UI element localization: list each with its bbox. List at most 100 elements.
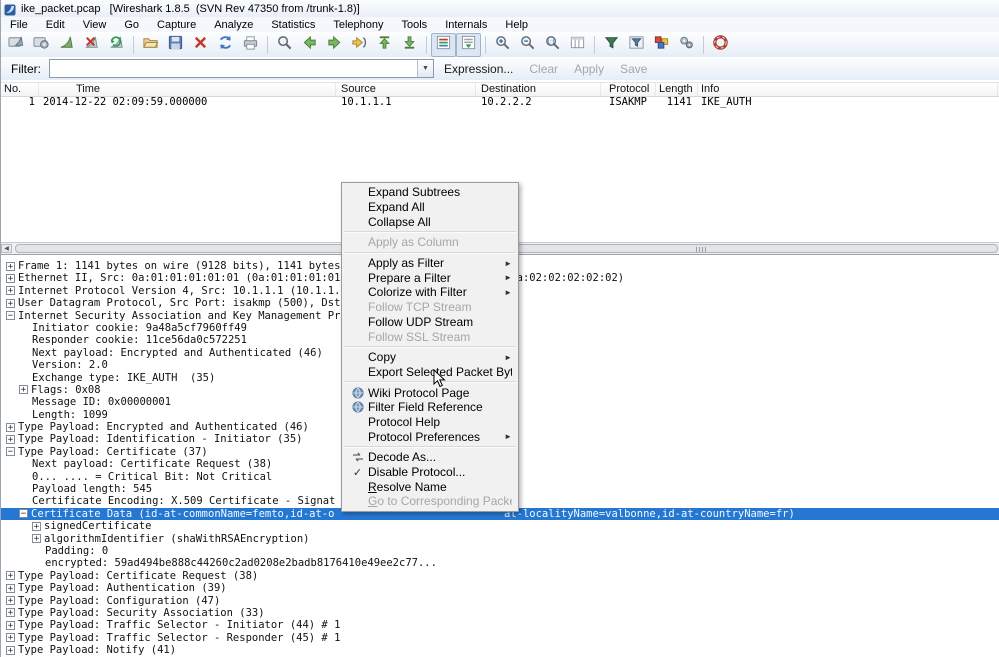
- expand-toggle-icon[interactable]: +: [6, 621, 15, 630]
- menu-internals[interactable]: Internals: [436, 19, 496, 31]
- collapse-toggle-icon[interactable]: −: [19, 509, 28, 518]
- menu-analyze[interactable]: Analyze: [205, 19, 262, 31]
- interfaces-button[interactable]: [4, 33, 29, 57]
- expand-toggle-icon[interactable]: +: [32, 522, 41, 531]
- tree-line[interactable]: +algorithmIdentifier (shaWithRSAEncrypti…: [1, 533, 999, 545]
- open-icon: [142, 34, 159, 56]
- scrollbar-left-arrow[interactable]: ◀: [1, 244, 12, 253]
- go-to-packet-button[interactable]: [347, 33, 372, 57]
- tree-line[interactable]: +Type Payload: Notify (41): [1, 644, 999, 656]
- find-button[interactable]: [272, 33, 297, 57]
- menu-item-collapse-all[interactable]: Collapse All: [342, 214, 518, 229]
- menu-statistics[interactable]: Statistics: [262, 19, 324, 31]
- tree-line[interactable]: encrypted: 59ad494be888c44260c2ad0208e2b…: [1, 557, 999, 569]
- expand-toggle-icon[interactable]: +: [32, 534, 41, 543]
- expand-toggle-icon[interactable]: +: [19, 385, 28, 394]
- expand-toggle-icon[interactable]: +: [6, 423, 15, 432]
- tree-line[interactable]: +Type Payload: Certificate Request (38): [1, 570, 999, 582]
- go-bottom-button[interactable]: [397, 33, 422, 57]
- expand-toggle-icon[interactable]: +: [6, 584, 15, 593]
- menu-file[interactable]: File: [1, 19, 37, 31]
- resize-columns-button[interactable]: [565, 33, 590, 57]
- close-button[interactable]: [188, 33, 213, 57]
- menu-item-follow-udp-stream[interactable]: Follow UDP Stream: [342, 315, 518, 330]
- colorize-toggle-button[interactable]: [431, 33, 456, 57]
- zoom-100-button[interactable]: 1:1: [540, 33, 565, 57]
- expand-toggle-icon[interactable]: +: [6, 596, 15, 605]
- menu-item-follow-tcp-stream: Follow TCP Stream: [342, 300, 518, 315]
- menu-go[interactable]: Go: [115, 19, 148, 31]
- expand-toggle-icon[interactable]: +: [6, 435, 15, 444]
- menu-tools[interactable]: Tools: [393, 19, 437, 31]
- menu-item-go-to-corresponding-packet: Go to Corresponding Packet: [342, 494, 518, 509]
- filter-dropdown-button[interactable]: ▼: [417, 60, 433, 77]
- expand-toggle-icon[interactable]: +: [6, 646, 15, 655]
- tree-line[interactable]: +Type Payload: Traffic Selector - Initia…: [1, 619, 999, 631]
- menu-item-resolve-name[interactable]: Resolve Name: [342, 479, 518, 494]
- menu-item-protocol-help[interactable]: Protocol Help: [342, 415, 518, 430]
- expand-toggle-icon[interactable]: +: [6, 262, 15, 271]
- menu-item-prepare-a-filter[interactable]: Prepare a Filter►: [342, 270, 518, 285]
- reload-icon: [217, 34, 234, 56]
- expand-toggle-icon[interactable]: +: [6, 286, 15, 295]
- menu-item-expand-all[interactable]: Expand All: [342, 200, 518, 215]
- zoom-out-button[interactable]: [515, 33, 540, 57]
- tree-line[interactable]: +signedCertificate: [1, 520, 999, 532]
- tree-line[interactable]: +Type Payload: Security Association (33): [1, 607, 999, 619]
- tree-line[interactable]: Padding: 0: [1, 545, 999, 557]
- menu-item-copy[interactable]: Copy►: [342, 350, 518, 365]
- collapse-toggle-icon[interactable]: −: [6, 311, 15, 320]
- menu-edit[interactable]: Edit: [37, 19, 74, 31]
- column-header-length[interactable]: Length: [656, 83, 698, 96]
- expand-toggle-icon[interactable]: +: [6, 571, 15, 580]
- display-filter-button[interactable]: [624, 33, 649, 57]
- expression-button[interactable]: Expression...: [444, 62, 513, 76]
- expand-toggle-icon[interactable]: +: [6, 299, 15, 308]
- go-forward-button[interactable]: [322, 33, 347, 57]
- menu-item-export-selected-packet-bytes[interactable]: Export Selected Packet Bytes...: [342, 365, 518, 380]
- capture-stop-button[interactable]: [79, 33, 104, 57]
- collapse-toggle-icon[interactable]: −: [6, 447, 15, 456]
- filter-input[interactable]: [50, 60, 417, 77]
- tree-line[interactable]: +Type Payload: Configuration (47): [1, 595, 999, 607]
- tree-line[interactable]: +Type Payload: Traffic Selector - Respon…: [1, 632, 999, 644]
- menu-item-apply-as-filter[interactable]: Apply as Filter►: [342, 256, 518, 271]
- packet-row[interactable]: 12014-12-22 02:09:59.00000010.1.1.110.2.…: [1, 96, 999, 109]
- capture-start-button[interactable]: [54, 33, 79, 57]
- menu-view[interactable]: View: [74, 19, 116, 31]
- column-header-time[interactable]: Time: [39, 83, 336, 96]
- menu-item-expand-subtrees[interactable]: Expand Subtrees: [342, 185, 518, 200]
- expand-toggle-icon[interactable]: +: [6, 274, 15, 283]
- coloring-rules-button[interactable]: [649, 33, 674, 57]
- capture-filter-button[interactable]: [599, 33, 624, 57]
- go-top-button[interactable]: [372, 33, 397, 57]
- menu-item-protocol-preferences[interactable]: Protocol Preferences►: [342, 429, 518, 444]
- menu-help[interactable]: Help: [496, 19, 537, 31]
- reload-button[interactable]: [213, 33, 238, 57]
- column-header-source[interactable]: Source: [336, 83, 476, 96]
- help-button[interactable]: [708, 33, 733, 57]
- go-back-button[interactable]: [297, 33, 322, 57]
- expand-toggle-icon[interactable]: +: [6, 608, 15, 617]
- menu-item-wiki-protocol-page[interactable]: Wiki Protocol Page: [342, 385, 518, 400]
- preferences-button[interactable]: [674, 33, 699, 57]
- menu-item-disable-protocol[interactable]: ✓Disable Protocol...: [342, 465, 518, 480]
- capture-restart-button[interactable]: [104, 33, 129, 57]
- open-button[interactable]: [138, 33, 163, 57]
- print-button[interactable]: [238, 33, 263, 57]
- capture-options-button[interactable]: [29, 33, 54, 57]
- column-header-protocol[interactable]: Protocol: [601, 83, 656, 96]
- column-header-no[interactable]: No.: [1, 83, 39, 96]
- tree-line[interactable]: +Type Payload: Authentication (39): [1, 582, 999, 594]
- expand-toggle-icon[interactable]: +: [6, 633, 15, 642]
- menu-telephony[interactable]: Telephony: [324, 19, 392, 31]
- menu-item-filter-field-reference[interactable]: Filter Field Reference: [342, 400, 518, 415]
- save-button[interactable]: [163, 33, 188, 57]
- menu-item-colorize-with-filter[interactable]: Colorize with Filter►: [342, 285, 518, 300]
- column-header-destination[interactable]: Destination: [476, 83, 601, 96]
- menu-capture[interactable]: Capture: [148, 19, 205, 31]
- autoscroll-toggle-button[interactable]: [456, 33, 481, 57]
- column-header-info[interactable]: Info: [698, 83, 998, 96]
- menu-item-decode-as[interactable]: Decode As...: [342, 450, 518, 465]
- zoom-in-button[interactable]: [490, 33, 515, 57]
